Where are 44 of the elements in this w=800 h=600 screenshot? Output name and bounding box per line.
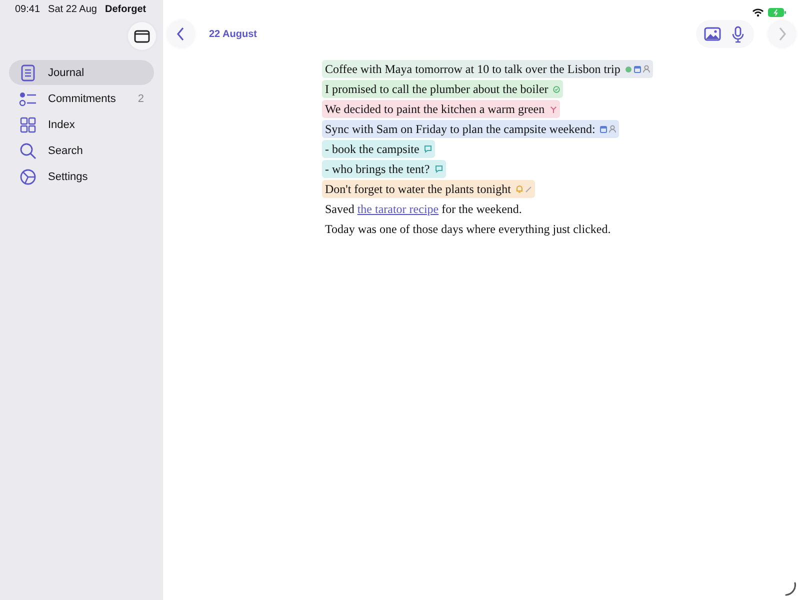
recipe-link[interactable]: the tarator recipe (357, 202, 439, 216)
checklist-icon (19, 90, 37, 108)
microphone-icon (732, 26, 744, 42)
speech-bubble-icon (434, 165, 443, 173)
settings-icon (19, 168, 37, 186)
fork-icon (550, 106, 557, 112)
sidebar-item[interactable]: Search (9, 138, 154, 163)
calendar-icon (634, 66, 642, 72)
highlighted-entry[interactable]: I promised to call the plumber about the boiler (322, 80, 564, 98)
sidebar-item[interactable]: Settings (9, 164, 154, 189)
chevron-right-icon (777, 27, 787, 41)
highlighted-entry[interactable]: Don't forget to water the plants tonight (322, 180, 535, 198)
entry-text: Saved the tarator recipe for the weekend. (324, 202, 523, 216)
search-icon (19, 142, 37, 160)
person-icon (609, 125, 616, 133)
highlighted-entry[interactable]: We decided to paint the kitchen a warm green (322, 100, 560, 118)
back-button[interactable] (167, 20, 195, 48)
item-count: 2 (138, 92, 144, 104)
highlighted-entry[interactable]: Coffee with Maya tomorrow at 10 to talk over the Lisbon trip (322, 60, 654, 78)
status-time: 09:41 (15, 4, 40, 17)
calendar-icon (600, 126, 608, 132)
pencil-icon (524, 186, 532, 192)
person-icon (643, 65, 650, 73)
sidebar-toggle-button[interactable] (128, 22, 156, 50)
sidebar-icon (134, 30, 150, 42)
battery-icon (768, 8, 786, 16)
speech-bubble-icon (424, 145, 432, 153)
status-date: Sat 22 Aug (48, 4, 97, 17)
sidebar-item[interactable]: Index (9, 112, 154, 137)
wifi-icon (752, 8, 764, 16)
chevron-left-icon (176, 27, 186, 41)
grid-icon (19, 116, 37, 134)
sidebar-item[interactable]: Commitments 2 (9, 86, 154, 111)
highlighted-entry[interactable]: Sync with Sam on Friday to plan the campsite weekend: (322, 120, 620, 138)
app-name: Deforget (104, 4, 146, 17)
bell-icon (516, 185, 523, 193)
resize-handle-icon[interactable] (784, 582, 796, 596)
highlighted-entry[interactable]: - book the campsite (322, 140, 436, 158)
date-title: 22 August (209, 28, 257, 40)
sidebar-item[interactable]: Journal (9, 60, 154, 85)
notebook-icon (19, 64, 37, 82)
entry-text: Today was one of those days where everything just clicked. (324, 222, 612, 236)
highlighted-entry[interactable]: - who brings the tent? (322, 160, 446, 178)
image-icon (704, 27, 720, 41)
